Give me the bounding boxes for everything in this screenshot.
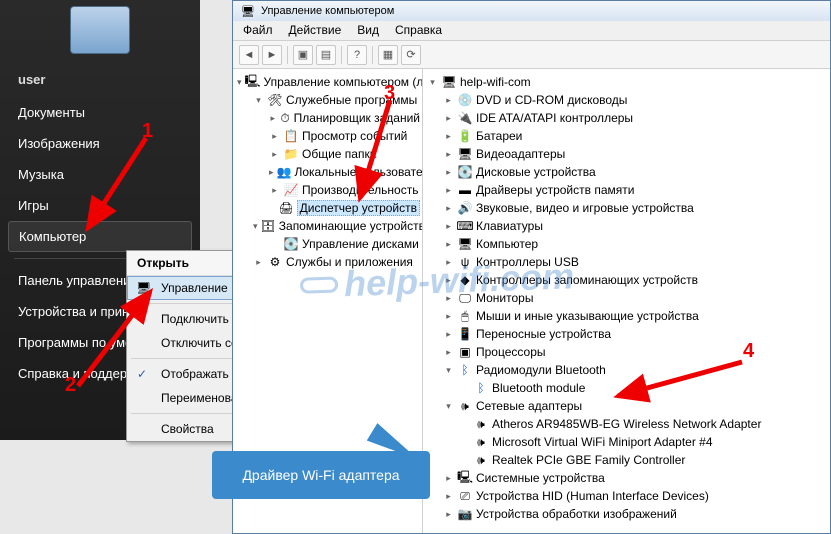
device-root[interactable]: ▾🖥help-wifi-com xyxy=(423,73,830,91)
toolbar: ◄ ► ▣ ▤ ? ▦ ⟳ xyxy=(233,41,830,69)
window-title: Управление компьютером xyxy=(261,5,394,17)
menu-view[interactable]: Вид xyxy=(357,23,379,38)
user-avatar xyxy=(70,6,130,54)
dev-video[interactable]: ▸🖥Видеоадаптеры xyxy=(423,145,830,163)
dev-sound[interactable]: ▸🔊Звуковые, видео и игровые устройства xyxy=(423,199,830,217)
start-item-computer[interactable]: Компьютер xyxy=(8,221,192,252)
dev-ide[interactable]: ▸🔌IDE ATA/ATAPI контроллеры xyxy=(423,109,830,127)
start-item-games[interactable]: Игры xyxy=(0,190,200,221)
start-item-music[interactable]: Музыка xyxy=(0,159,200,190)
tree-item-perf[interactable]: ▸📈Производительность xyxy=(233,181,422,199)
dev-storage-ctl[interactable]: ▸◆Контроллеры запоминающих устройств xyxy=(423,271,830,289)
menu-action[interactable]: Действие xyxy=(289,23,342,38)
dev-net-realtek[interactable]: 🕪Realtek PCIe GBE Family Controller xyxy=(423,451,830,469)
start-item-pictures[interactable]: Изображения xyxy=(0,128,200,159)
annotation-3: 3 xyxy=(384,82,395,105)
dev-dvd[interactable]: ▸💿DVD и CD-ROM дисководы xyxy=(423,91,830,109)
dev-bluetooth[interactable]: ▾ᛒРадиомодули Bluetooth xyxy=(423,361,830,379)
dev-net-virtual[interactable]: 🕪Microsoft Virtual WiFi Miniport Adapter… xyxy=(423,433,830,451)
tree-group-services[interactable]: ▸⚙Службы и приложения xyxy=(233,253,422,271)
dev-net-atheros[interactable]: 🕪Atheros AR9485WB-EG Wireless Network Ad… xyxy=(423,415,830,433)
dev-hid[interactable]: ▸⎚Устройства HID (Human Interface Device… xyxy=(423,487,830,505)
annotation-1: 1 xyxy=(142,120,153,143)
separator xyxy=(287,46,288,64)
app-icon: 🖥 xyxy=(241,5,255,18)
right-tree: ▾🖥help-wifi-com ▸💿DVD и CD-ROM дисководы… xyxy=(423,69,830,533)
start-item-documents[interactable]: Документы xyxy=(0,97,200,128)
tool-back[interactable]: ◄ xyxy=(239,45,259,65)
tool-forward[interactable]: ► xyxy=(262,45,282,65)
dev-monitors[interactable]: ▸🖵Мониторы xyxy=(423,289,830,307)
dev-disk[interactable]: ▸💽Дисковые устройства xyxy=(423,163,830,181)
start-username: user xyxy=(0,68,200,97)
dev-keyboard[interactable]: ▸⌨Клавиатуры xyxy=(423,217,830,235)
tree-item-scheduler[interactable]: ▸⏱Планировщик заданий xyxy=(233,109,422,127)
separator xyxy=(341,46,342,64)
dev-system[interactable]: ▸🖳Системные устройства xyxy=(423,469,830,487)
dev-imaging[interactable]: ▸📷Устройства обработки изображений xyxy=(423,505,830,523)
dev-computer[interactable]: ▸🖥Компьютер xyxy=(423,235,830,253)
tool-help[interactable]: ? xyxy=(347,45,367,65)
dev-cpu[interactable]: ▸▣Процессоры xyxy=(423,343,830,361)
menubar: Файл Действие Вид Справка xyxy=(233,21,830,41)
tree-item-shared[interactable]: ▸📁Общие папки xyxy=(233,145,422,163)
tool-refresh[interactable]: ⟳ xyxy=(401,45,421,65)
dev-memdrv[interactable]: ▸▬Драйверы устройств памяти xyxy=(423,181,830,199)
tool-up[interactable]: ▣ xyxy=(293,45,313,65)
dev-network[interactable]: ▾🕪Сетевые адаптеры xyxy=(423,397,830,415)
tool-device[interactable]: ▦ xyxy=(378,45,398,65)
annotation-4: 4 xyxy=(743,340,754,363)
tree-item-users[interactable]: ▸👥Локальные пользователи xyxy=(233,163,422,181)
dev-bt-module[interactable]: ᛒBluetooth module xyxy=(423,379,830,397)
dev-battery[interactable]: ▸🔋Батареи xyxy=(423,127,830,145)
menu-help[interactable]: Справка xyxy=(395,23,442,38)
callout-driver: Драйвер Wi-Fi адаптера xyxy=(212,451,430,499)
tree-item-diskmgmt[interactable]: 💽Управление дисками xyxy=(233,235,422,253)
dev-usb[interactable]: ▸ψКонтроллеры USB xyxy=(423,253,830,271)
tree-item-devmgr[interactable]: 🖨Диспетчер устройств xyxy=(233,199,422,217)
window-titlebar: 🖥 Управление компьютером xyxy=(233,1,830,21)
dev-mice[interactable]: ▸🖱Мыши и иные указывающие устройства xyxy=(423,307,830,325)
tool-properties[interactable]: ▤ xyxy=(316,45,336,65)
tree-group-storage[interactable]: ▾🗄Запоминающие устройства xyxy=(233,217,422,235)
separator xyxy=(372,46,373,64)
tree-item-eventvwr[interactable]: ▸📋Просмотр событий xyxy=(233,127,422,145)
menu-file[interactable]: Файл xyxy=(243,23,273,38)
dev-portable[interactable]: ▸📱Переносные устройства xyxy=(423,325,830,343)
annotation-2: 2 xyxy=(65,374,76,397)
